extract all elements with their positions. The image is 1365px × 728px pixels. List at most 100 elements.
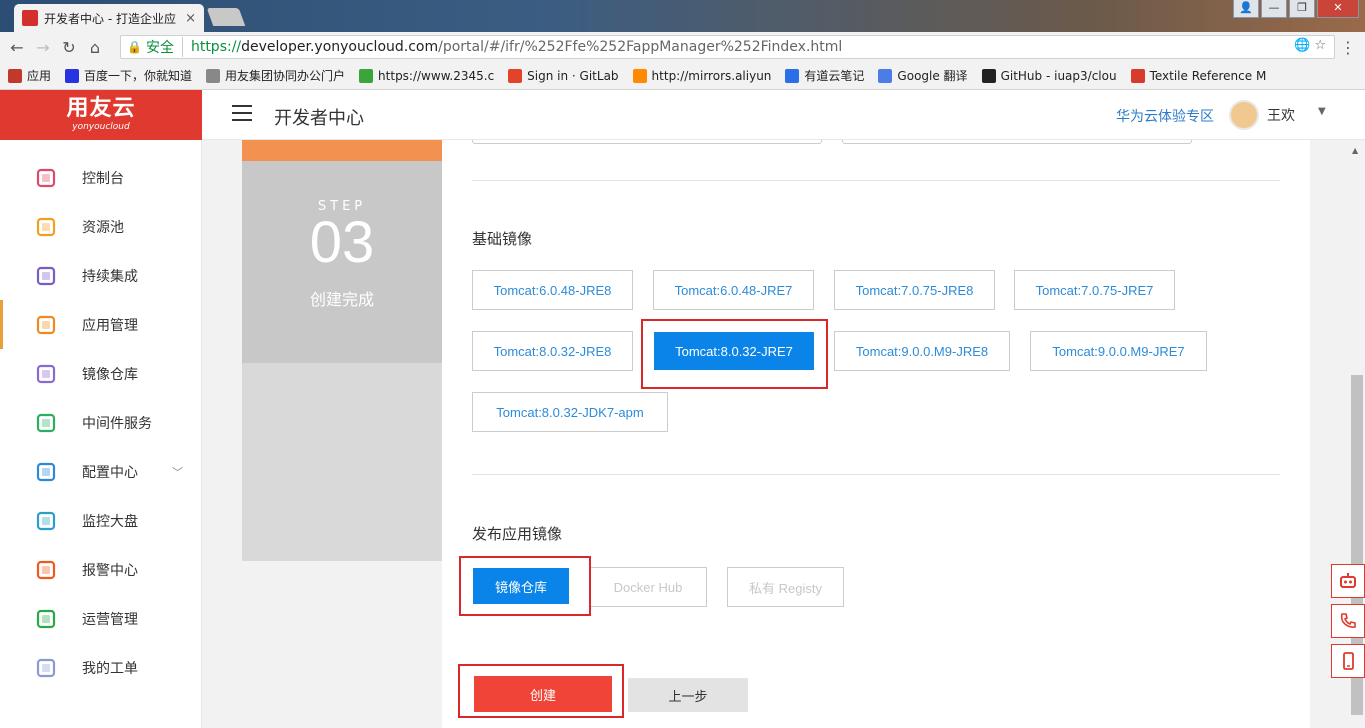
base-image-option[interactable]: Tomcat:6.0.48-JRE7 [653,270,814,310]
tools-icon [34,461,58,483]
bookmark-label: GitHub - iuap3/clou [1000,68,1117,83]
base-image-option[interactable]: Tomcat:8.0.32-JRE8 [472,331,633,371]
sidebar-item[interactable]: 我的工单 [0,643,202,692]
input-field-partial-2[interactable] [842,140,1192,144]
window-controls: 👤 — ❐ ✕ [1233,0,1359,18]
step-number: 03 [309,210,375,275]
bookmark-item[interactable]: 用友集团协同办公门户 [206,67,345,84]
favicon-icon [22,10,38,26]
highlight-box-image [641,319,828,389]
dashboard-icon [34,167,58,189]
user-name[interactable]: 王欢 [1267,105,1295,125]
browser-tab[interactable]: 开发者中心 - 打造企业应 × [14,4,204,32]
bookmark-icon [206,68,221,83]
bookmark-item[interactable]: Sign in · GitLab [508,68,619,83]
sidebar-item[interactable]: 配置中心 ﹀ [0,447,202,496]
base-image-option[interactable]: Tomcat:8.0.32-JDK7-apm [472,392,668,432]
mobile-icon[interactable] [1331,644,1365,678]
highlight-box-create [458,664,624,718]
publish-option[interactable]: 私有 Registy [727,567,844,607]
scroll-up-icon[interactable]: ▲ [1352,146,1358,155]
sidebar-item[interactable]: 报警中心 [0,545,202,594]
tab-close-icon[interactable]: × [185,11,196,26]
sidebar-item[interactable]: 持续集成 [0,251,202,300]
base-image-option[interactable]: Tomcat:9.0.0.M9-JRE7 [1030,331,1207,371]
bookmark-label: https://www.2345.c [378,68,495,83]
address-bar-row: ← → ↻ ⌂ 🔒 安全 https:// developer.yonyoucl… [0,32,1365,62]
bookmark-label: 百度一下，你就知道 [84,69,193,83]
user-icon[interactable]: 👤 [1233,0,1259,18]
bookmark-item[interactable]: 应用 [8,67,51,84]
url-host: developer.yonyoucloud.com [241,39,439,55]
sidebar-item[interactable]: 监控大盘 [0,496,202,545]
bell-icon [34,559,58,581]
sidebar: 控制台 资源池 持续集成应用管理镜像仓库 中间件服务 配置中心 ﹀ 监控大盘 报警中心 运营管理… [0,140,202,728]
step-indicator: STEP 03 创建完成 [242,140,442,561]
database-icon [34,412,58,434]
publish-option[interactable]: Docker Hub [589,567,707,607]
bookmark-icon [8,68,22,83]
browser-titlebar: 开发者中心 - 打造企业应 × 👤 — ❐ ✕ [0,0,1365,32]
bookmark-item[interactable]: Google 翻译 [878,67,968,84]
bookmark-item[interactable]: Textile Reference M [1130,68,1267,83]
bookmark-label: 有道云笔记 [804,69,865,83]
minimize-icon[interactable]: — [1261,0,1287,18]
bookmark-label: Sign in · GitLab [527,68,619,83]
inbox-icon [34,216,58,238]
sidebar-item[interactable]: 控制台 [0,153,202,202]
chevron-down-icon[interactable]: ﹀ [172,464,183,480]
floating-tools [1331,564,1365,684]
secure-label: 安全 [146,37,183,57]
tab-title: 开发者中心 - 打造企业应 [44,11,176,26]
user-dropdown-icon[interactable]: ▼ [1318,106,1326,117]
bookmark-icon [1130,68,1145,83]
avatar[interactable] [1229,100,1259,130]
sidebar-item[interactable]: 资源池 [0,202,202,251]
lock-icon: 🔒 [127,40,142,54]
new-tab-button[interactable] [206,8,246,26]
form-panel: 基础镜像 Tomcat:6.0.48-JRE8 Tomcat:6.0.48-JRE… [442,140,1310,728]
yonyoucloud-logo[interactable]: 用友云 yonyoucloud [0,90,202,140]
main-content: STEP 03 创建完成 基础镜像 Tomcat:6.0.48-JRE8 Tomc… [202,140,1352,728]
sidebar-item[interactable]: 中间件服务 [0,398,202,447]
bookmark-icon [981,68,996,83]
sidebar-item-label: 我的工单 [82,660,138,677]
huawei-cloud-link[interactable]: 华为云体验专区 [1116,106,1214,126]
sidebar-item-label: 应用管理 [82,317,138,334]
input-field-partial[interactable] [472,140,822,144]
step-text: 创建完成 [309,290,374,309]
maximize-icon[interactable]: ❐ [1289,0,1315,18]
forward-icon[interactable]: → [30,38,56,57]
bookmark-label: Textile Reference M [1149,68,1267,83]
bookmark-icon [359,68,374,83]
close-window-icon[interactable]: ✕ [1317,0,1359,18]
base-image-option[interactable]: Tomcat:7.0.75-JRE7 [1014,270,1175,310]
base-image-option[interactable]: Tomcat:9.0.0.M9-JRE8 [834,331,1010,371]
back-icon[interactable]: ← [4,38,30,57]
bookmark-item[interactable]: https://www.2345.c [359,68,495,83]
divider [472,180,1280,181]
divider [472,474,1280,475]
phone-icon[interactable] [1331,604,1365,638]
url-scheme: https:// [190,39,242,55]
sidebar-item[interactable]: 镜像仓库 [0,349,202,398]
robot-icon[interactable] [1331,564,1365,598]
logo-sub: yonyoucloud [72,122,130,132]
bookmark-item[interactable]: GitHub - iuap3/clou [981,68,1117,83]
menu-icon[interactable]: ⋮ [1335,38,1361,57]
url-input[interactable]: 🔒 安全 https:// developer.yonyoucloud.com … [120,35,1335,59]
page-title: 开发者中心 [274,108,364,129]
bookmark-item[interactable]: 有道云笔记 [785,67,864,84]
home-icon[interactable]: ⌂ [82,38,108,57]
sidebar-item[interactable]: 应用管理 [0,300,202,349]
previous-step-button[interactable]: 上一步 [628,678,748,712]
base-image-option[interactable]: Tomcat:6.0.48-JRE8 [472,270,633,310]
bookmark-item[interactable]: http://mirrors.aliyun [632,68,771,83]
base-image-option[interactable]: Tomcat:7.0.75-JRE8 [834,270,995,310]
reload-icon[interactable]: ↻ [56,38,82,57]
bookmark-item[interactable]: 百度一下，你就知道 [65,67,192,84]
translate-star-icons[interactable]: 🌐 ☆ [1294,38,1326,53]
bookmark-icon [508,68,523,83]
sidebar-item[interactable]: 运营管理 [0,594,202,643]
hamburger-menu-icon[interactable] [232,105,252,123]
